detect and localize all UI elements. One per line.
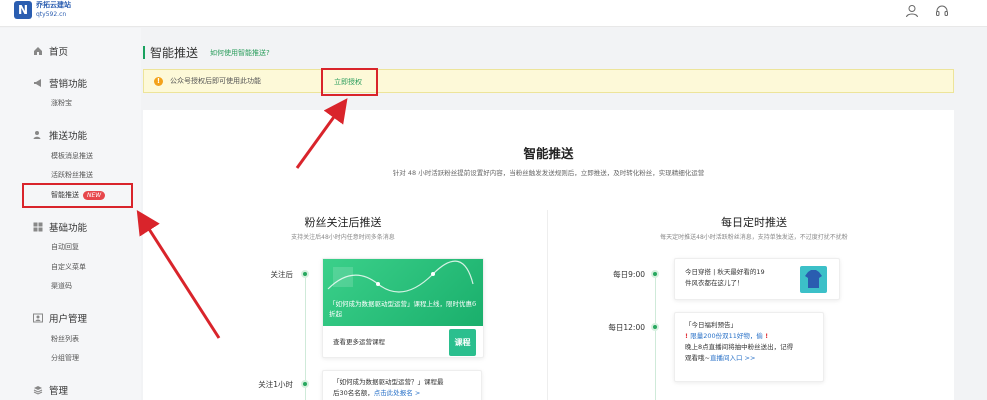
megaphone-icon (34, 79, 41, 87)
card-line-text: 观看哦~ (685, 354, 710, 362)
highlight-smart-push (22, 183, 133, 208)
sidebar-item-home[interactable]: 首页 (33, 44, 68, 58)
logo-mark: N (14, 1, 32, 19)
sidebar-item-auto-reply[interactable]: 自动回复 (51, 242, 79, 252)
sidebar-item-template-push[interactable]: 模板消息推送 (51, 151, 93, 161)
user-card-icon (33, 313, 43, 323)
course-thumb: 课程 (449, 329, 476, 356)
banner-text: 「如何成为数据驱动型运营」课程上线，限时优惠6折起 (329, 300, 477, 318)
highlight-authorize (321, 68, 378, 96)
card-footer-text: 查看更多运营课程 (333, 338, 385, 346)
page-header: 智能推送 如何使用智能推送? (143, 44, 270, 61)
users-icon (33, 131, 41, 139)
exclamation-icon: ! (762, 332, 769, 340)
sidebar-group-label: 推送功能 (49, 131, 88, 142)
sidebar-group-label: 基础功能 (49, 223, 88, 234)
message-card-course-reminder[interactable]: 「如何成为数据驱动型运营？」课程最 后30名名额，点击此处报名 > (322, 370, 482, 400)
right-column-title: 每日定时推送 (721, 216, 787, 229)
notice-text: 公众号授权后即可使用此功能 (170, 77, 261, 85)
card-line: 「如何成为数据驱动型运营？」课程最 (333, 378, 444, 386)
outfit-thumb (800, 266, 827, 293)
site-logo[interactable]: N 乔拓云建站 qty592.cn (14, 1, 71, 19)
grid-icon (33, 222, 43, 232)
signup-link[interactable]: 点击此处报名 > (374, 389, 421, 397)
title-accent (143, 46, 145, 59)
timeline-label: 每日9:00 (613, 270, 645, 279)
sidebar-item-growth[interactable]: 涨粉宝 (51, 98, 72, 108)
timeline-dot (651, 270, 659, 278)
help-link[interactable]: 如何使用智能推送? (210, 48, 270, 58)
message-card-course[interactable]: 「如何成为数据驱动型运营」课程上线，限时优惠6折起 查看更多运营课程 课程 (322, 258, 484, 358)
sidebar-item-active-push[interactable]: 活跃粉丝推送 (51, 170, 93, 180)
home-icon (34, 47, 42, 55)
timeline-dot (301, 380, 309, 388)
card-line: 后30名名额，点击此处报名 > (333, 388, 471, 399)
warning-icon: ! (154, 76, 163, 86)
card-line: 晚上8点直播间将抽中粉丝送出，记得 (685, 343, 794, 351)
sidebar-group-marketing[interactable]: 营销功能 (33, 76, 87, 90)
hero-title: 智能推送 (523, 146, 574, 161)
left-column-title: 粉丝关注后推送 (304, 216, 382, 229)
sidebar-home-label: 首页 (49, 47, 69, 58)
sidebar-group-users[interactable]: 用户管理 (33, 311, 87, 325)
timeline-label: 关注后 (270, 270, 294, 279)
card-line: 观看哦~直播间入口 >> (685, 353, 813, 364)
user-icon[interactable] (905, 4, 919, 18)
timeline-label: 关注1小时 (258, 380, 293, 389)
timeline-dot (301, 270, 309, 278)
sidebar: 首页 营销功能 涨粉宝 推送功能 模板消息推送 活跃粉丝推送 智能推送 NEW 基… (0, 28, 141, 400)
hero-description: 针对 48 小时活跃粉丝提前设置好内容，当粉丝触发发送规则后，立即推送，及时转化… (392, 169, 705, 177)
sidebar-group-label: 营销功能 (49, 79, 88, 90)
timeline-dot (651, 323, 659, 331)
layers-icon (33, 386, 43, 395)
sidebar-item-channel-code[interactable]: 渠道码 (51, 281, 72, 291)
main-content: 智能推送 针对 48 小时活跃粉丝提前设置好内容，当粉丝触发发送规则后，立即推送… (143, 110, 954, 400)
message-card-outfit[interactable]: 今日穿搭 | 秋天最好看的19 件风衣都在这儿了！ (674, 258, 840, 300)
left-column-subtitle: 支持关注后48小时内任意时间多条消息 (291, 234, 395, 241)
timeline-label: 每日12:00 (608, 323, 645, 332)
logo-url: qty592.cn (36, 11, 67, 18)
shirt-icon (805, 270, 822, 288)
card-line: 「今日福利预告」 (685, 321, 737, 329)
live-room-link[interactable]: 直播间入口 >> (710, 354, 755, 362)
sidebar-group-manage[interactable]: 管理 (33, 383, 68, 397)
message-card-welfare[interactable]: 「今日福利预告」 ! 限量200份双11好物，偷 ! 晚上8点直播间将抽中粉丝送… (674, 312, 824, 382)
sidebar-group-label: 管理 (49, 386, 69, 397)
top-header: N 乔拓云建站 qty592.cn (0, 0, 987, 27)
card-line-text: 后30名名额， (333, 389, 374, 397)
wave-graphic (327, 260, 474, 293)
sidebar-item-group-manage[interactable]: 分组管理 (51, 353, 79, 363)
headset-icon[interactable] (935, 4, 949, 18)
sidebar-group-push[interactable]: 推送功能 (33, 128, 87, 142)
column-divider (547, 210, 548, 400)
page-title: 智能推送 (150, 46, 199, 60)
right-column-subtitle: 每天定时推送48小时活跃粉丝消息，支持单独发送，不过度打扰不扰粉 (660, 234, 848, 241)
right-timeline-line (655, 275, 656, 400)
sidebar-group-label: 用户管理 (49, 314, 88, 325)
logo-name: 乔拓云建站 (36, 1, 71, 9)
sidebar-item-fan-list[interactable]: 粉丝列表 (51, 334, 79, 344)
card-line-highlight: ! 限量200份双11好物，偷 ! (685, 331, 813, 342)
course-banner: 「如何成为数据驱动型运营」课程上线，限时优惠6折起 (323, 259, 483, 326)
sidebar-group-basic[interactable]: 基础功能 (33, 220, 87, 234)
card-line-text: 限量200份双11好物，偷 (690, 332, 763, 340)
sidebar-item-custom-menu[interactable]: 自定义菜单 (51, 262, 86, 272)
auth-notice: ! 公众号授权后即可使用此功能 立即授权 (143, 69, 954, 93)
